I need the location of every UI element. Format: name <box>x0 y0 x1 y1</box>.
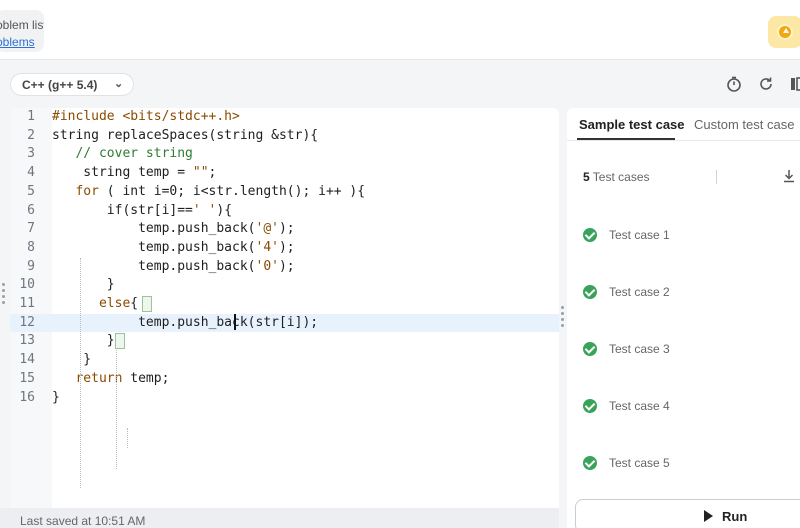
code-line[interactable]: 4 string temp = ""; <box>10 164 559 183</box>
code-text[interactable]: return temp; <box>52 370 169 389</box>
timer-icon[interactable] <box>726 76 742 92</box>
line-number: 8 <box>27 239 35 255</box>
line-number: 7 <box>27 221 35 237</box>
divider <box>716 170 717 184</box>
code-line[interactable]: 16} <box>10 389 559 408</box>
line-number: 13 <box>19 333 35 349</box>
problem-list-link[interactable]: Problem list Problems <box>0 10 44 52</box>
code-line[interactable]: 7 temp.push_back('@'); <box>10 220 559 239</box>
code-text[interactable]: } <box>52 276 115 295</box>
problem-list-label: Problem list <box>0 18 44 32</box>
code-text[interactable]: else{ <box>52 295 138 314</box>
code-text[interactable]: #include <bits/stdc++.h> <box>52 108 240 127</box>
indent-guide <box>80 258 81 488</box>
line-number: 6 <box>27 202 35 218</box>
line-number: 3 <box>27 146 35 162</box>
code-line[interactable]: 9 temp.push_back('0'); <box>10 258 559 277</box>
text-cursor <box>234 314 236 330</box>
code-line[interactable]: 5 for ( int i=0; i<str.length(); i++ ){ <box>10 183 559 202</box>
code-text[interactable]: string temp = ""; <box>52 164 216 183</box>
tab-sample-test-case[interactable]: Sample test case <box>579 117 685 132</box>
coins-button[interactable] <box>768 16 800 48</box>
indent-guide <box>127 428 128 448</box>
code-line[interactable]: 6 if(str[i]==' '){ <box>10 202 559 221</box>
code-line[interactable]: 13 } <box>10 332 559 351</box>
indent-guide <box>116 333 117 469</box>
code-text[interactable]: } <box>52 351 91 370</box>
tab-divider <box>567 140 800 141</box>
code-editor[interactable]: 1 #include <bits/stdc++.h> 2 string replace… <box>10 108 559 528</box>
layout-icon[interactable] <box>789 76 800 92</box>
line-number: 12 <box>19 314 35 330</box>
line-number: 1 <box>27 109 35 124</box>
code-text[interactable]: // cover string <box>52 145 192 164</box>
code-text[interactable]: } <box>52 332 115 351</box>
download-icon[interactable] <box>782 168 796 184</box>
line-number: 11 <box>19 296 35 311</box>
code-text[interactable]: temp.push_back(str[i]); <box>52 314 318 333</box>
line-number: 5 <box>27 183 35 199</box>
code-text[interactable]: for ( int i=0; i<str.length(); i++ ){ <box>52 183 365 202</box>
code-text[interactable]: temp.push_back('@'); <box>52 220 295 239</box>
run-button[interactable]: Run <box>575 499 800 528</box>
line-number: 2 <box>27 127 35 143</box>
check-circle-icon <box>583 342 597 356</box>
left-resize-handle[interactable] <box>2 283 6 307</box>
code-line[interactable]: 2 string replaceSpaces(string &str){ <box>10 127 559 146</box>
code-line[interactable]: 11 else{ <box>10 295 559 314</box>
check-circle-icon <box>583 285 597 299</box>
problems-link[interactable]: Problems <box>0 35 35 49</box>
test-case-count-label: Test cases <box>589 170 650 184</box>
line-number: 4 <box>27 165 35 181</box>
code-line[interactable]: 12 temp.push_back(str[i]); <box>10 313 559 333</box>
code-line[interactable]: 3 // cover string <box>10 145 559 164</box>
test-case-panel: Sample test case Custom test case 5 Test… <box>567 108 800 528</box>
check-circle-icon <box>583 399 597 413</box>
test-case-count-number: 5 <box>583 170 590 184</box>
code-text[interactable]: string replaceSpaces(string &str){ <box>52 127 318 146</box>
test-case-label: Test case 5 <box>609 456 670 470</box>
status-bar: Last saved at 10:51 AM <box>0 508 559 528</box>
code-line[interactable]: 1 #include <bits/stdc++.h> <box>10 108 559 127</box>
code-line[interactable]: 15 return temp; <box>10 370 559 389</box>
test-case-label: Test case 3 <box>609 342 670 356</box>
top-bar: Problem list Problems <box>0 0 800 60</box>
code-line[interactable]: 10 } <box>10 276 559 295</box>
last-saved-text: Last saved at 10:51 AM <box>20 514 146 528</box>
code-text[interactable]: temp.push_back('0'); <box>52 258 295 277</box>
language-select[interactable]: C++ (g++ 5.4) ⌄ <box>10 73 134 96</box>
test-case-label: Test case 2 <box>609 285 670 299</box>
line-number: 14 <box>19 352 35 368</box>
play-icon <box>704 510 713 522</box>
test-case-label: Test case 4 <box>609 399 670 413</box>
line-number: 9 <box>27 258 35 274</box>
bracket-match <box>142 296 152 312</box>
test-case-label: Test case 1 <box>609 228 670 242</box>
tab-custom-test-case[interactable]: Custom test case <box>694 117 794 132</box>
refresh-icon[interactable] <box>758 76 774 92</box>
line-number: 16 <box>19 389 35 405</box>
test-case-count: 5 Test cases <box>583 170 650 184</box>
coin-icon <box>777 24 793 40</box>
code-line[interactable]: 14 } <box>10 351 559 370</box>
code-text[interactable]: if(str[i]==' '){ <box>52 202 232 221</box>
line-number: 15 <box>19 370 35 386</box>
language-label: C++ (g++ 5.4) <box>22 78 98 92</box>
run-label: Run <box>722 509 748 524</box>
code-line[interactable]: 8 temp.push_back('4'); <box>10 239 559 258</box>
line-number: 10 <box>19 277 35 293</box>
check-circle-icon <box>583 456 597 470</box>
chevron-down-icon: ⌄ <box>114 78 124 90</box>
bracket-match <box>115 333 125 349</box>
check-circle-icon <box>583 228 597 242</box>
panel-resize-handle[interactable] <box>561 306 565 330</box>
code-text[interactable]: temp.push_back('4'); <box>52 239 295 258</box>
code-text[interactable]: } <box>52 389 60 408</box>
